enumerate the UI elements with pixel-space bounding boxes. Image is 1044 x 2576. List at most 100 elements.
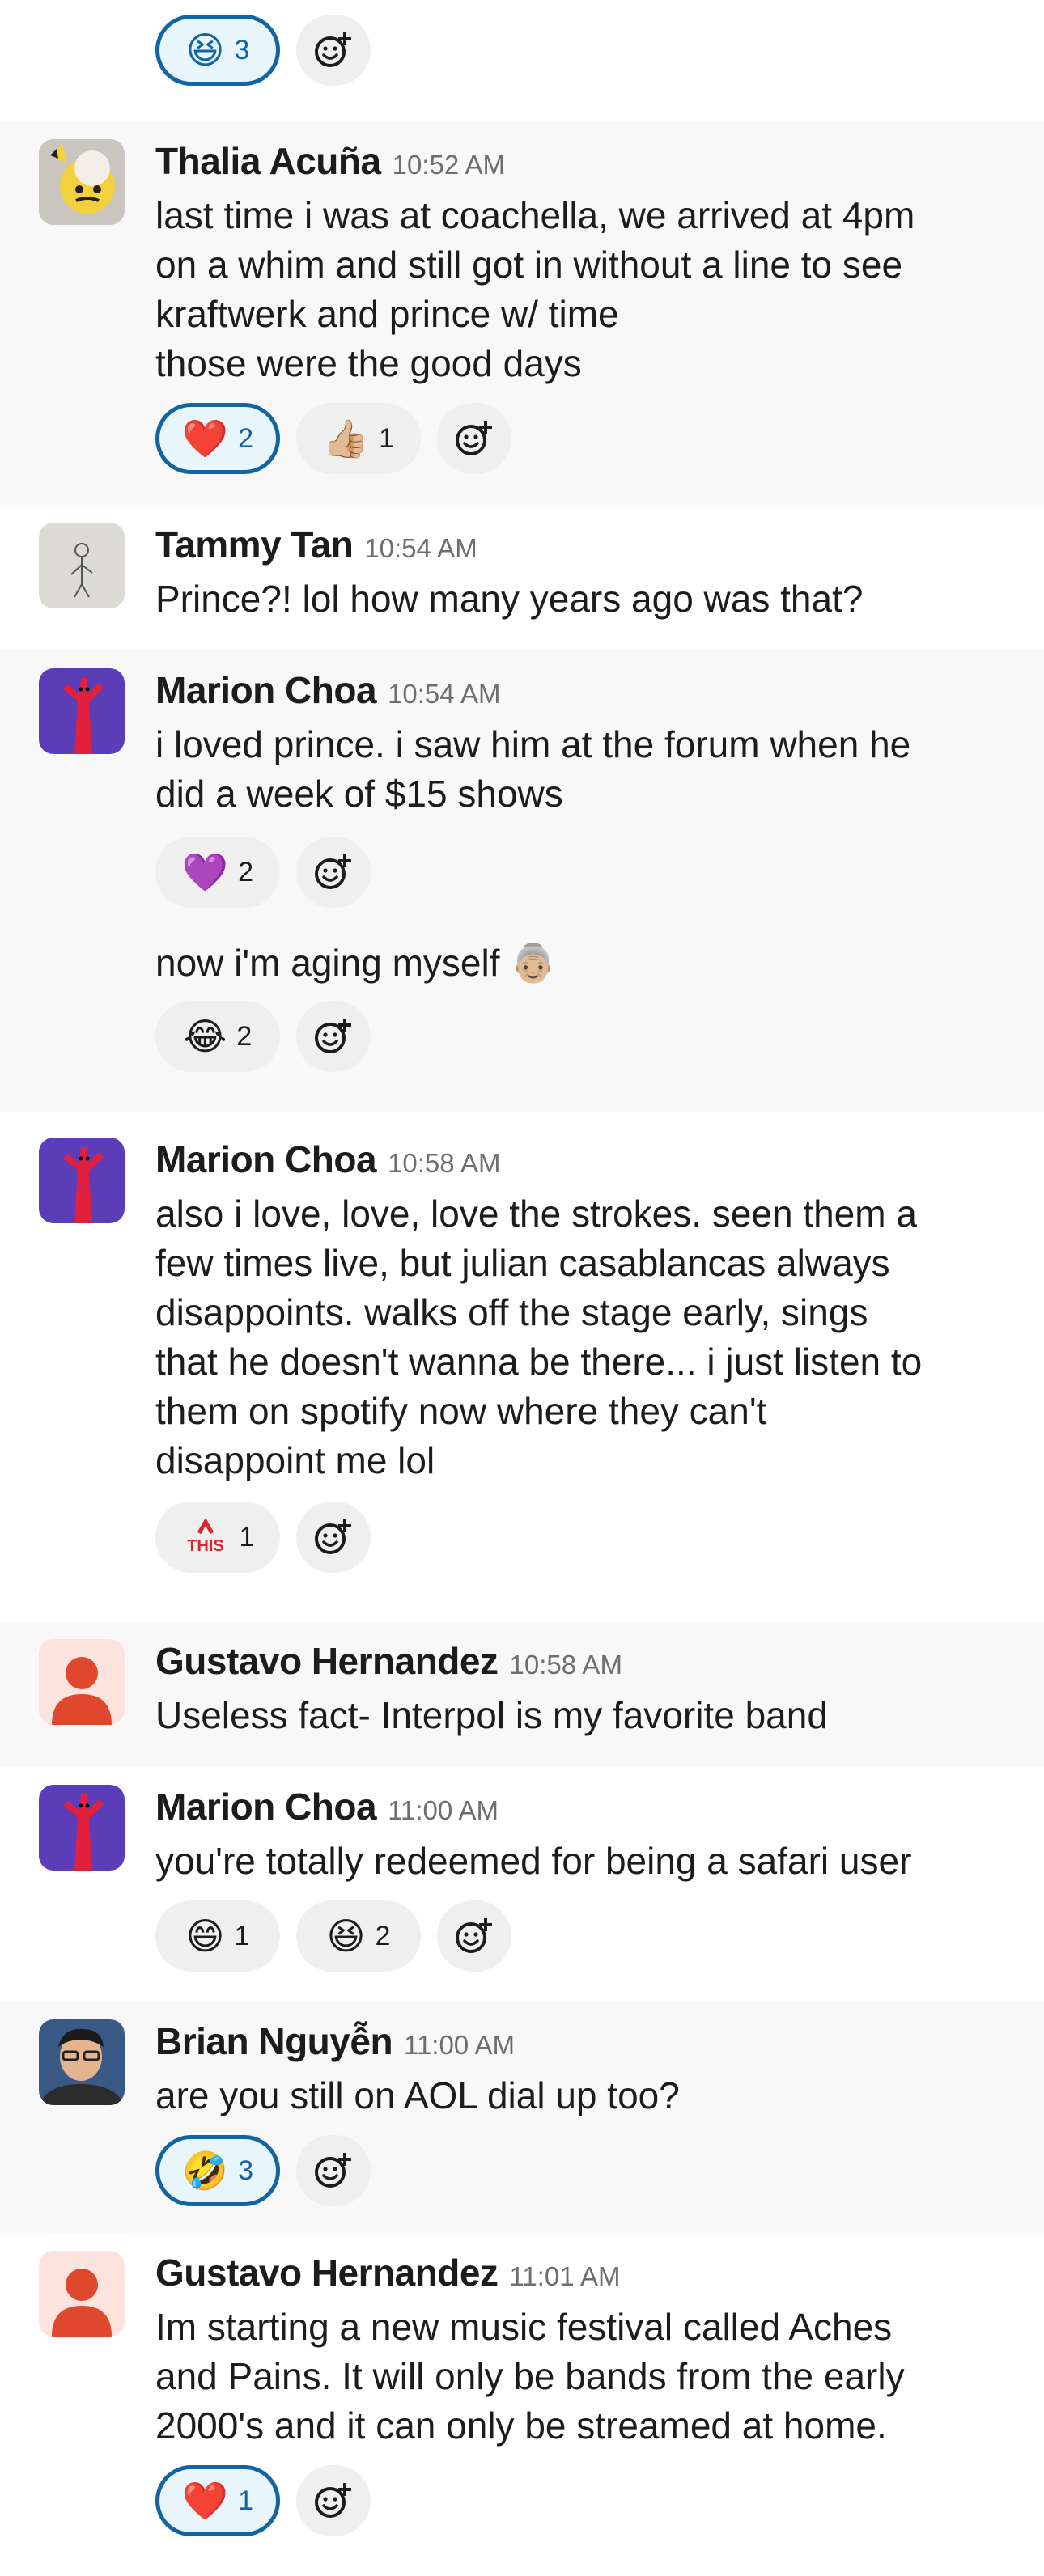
- timestamp[interactable]: 11:01 AM: [510, 2261, 621, 2292]
- reaction-pill[interactable]: 😄 1: [155, 1900, 280, 1972]
- reaction-count: 1: [239, 1521, 255, 1553]
- add-reaction-icon: [315, 2153, 351, 2188]
- avatar[interactable]: [39, 2019, 125, 2105]
- add-reaction-button[interactable]: [296, 15, 371, 86]
- message: Gustavo Hernandez 11:01 AM Im starting a…: [0, 2233, 1044, 2576]
- grinning-squinting-emoji: 😆: [185, 29, 225, 71]
- default-user-avatar-icon: [39, 1639, 125, 1725]
- reaction-pill[interactable]: THIS 1: [155, 1502, 280, 1573]
- reaction-count: 2: [236, 1020, 253, 1052]
- reaction-pill[interactable]: ❤️ 2: [155, 403, 280, 474]
- message-text: Prince?! lol how many years ago was that…: [155, 578, 864, 620]
- reaction-pill[interactable]: 👍🏼 1: [296, 403, 421, 474]
- author-name[interactable]: Gustavo Hernandez: [155, 1639, 499, 1683]
- avatar[interactable]: [39, 523, 125, 608]
- message-continuation: now i'm aging myself 👵🏼 😂 2: [155, 938, 1012, 1074]
- reaction-pill[interactable]: 😂 2: [155, 1001, 280, 1072]
- add-reaction-button[interactable]: [296, 2135, 371, 2206]
- message-text: Im starting a new music festival called …: [155, 2306, 905, 2447]
- timestamp[interactable]: 10:54 AM: [364, 533, 477, 564]
- add-reaction-icon: [456, 1918, 492, 1953]
- message-text: you're totally redeemed for being a safa…: [155, 1840, 912, 1882]
- heart-emoji: ❤️: [181, 2480, 229, 2522]
- add-reaction-icon: [315, 32, 351, 67]
- add-reaction-button[interactable]: [296, 1001, 371, 1072]
- reaction-count: 1: [234, 1920, 250, 1951]
- reaction-pill[interactable]: 🤣 3: [155, 2135, 280, 2206]
- author-name[interactable]: Marion Choa: [155, 1785, 377, 1828]
- author-name[interactable]: Marion Choa: [155, 1138, 377, 1181]
- reaction-pill[interactable]: 😆 2: [296, 1900, 421, 1972]
- message: Gustavo Hernandez 10:58 AM Useless fact-…: [0, 1621, 1044, 1767]
- timestamp[interactable]: 11:00 AM: [388, 1795, 499, 1826]
- add-reaction-button[interactable]: [296, 837, 371, 908]
- author-name[interactable]: Gustavo Hernandez: [155, 2251, 499, 2294]
- message: Marion Choa 10:54 AM i loved prince. i s…: [0, 650, 1044, 1112]
- reaction-bar: ❤️ 1: [155, 2464, 1012, 2538]
- reaction-count: 3: [238, 2154, 254, 2186]
- author-name[interactable]: Brian Nguyễn: [155, 2019, 393, 2063]
- timestamp[interactable]: 11:00 AM: [404, 2030, 515, 2061]
- avatar-image: [39, 139, 125, 225]
- reaction-bar: 💜 2: [155, 835, 1012, 909]
- reaction-pill[interactable]: ❤️ 1: [155, 2465, 280, 2536]
- avatar-image: [39, 1138, 125, 1223]
- avatar-image: [39, 1785, 125, 1871]
- avatar[interactable]: [39, 2251, 125, 2337]
- avatar-image: [39, 523, 125, 608]
- reaction-count: 2: [238, 856, 254, 888]
- heart-emoji: ❤️: [181, 417, 229, 460]
- reaction-count: 2: [238, 422, 254, 454]
- reaction-pill[interactable]: 💜 2: [155, 837, 280, 908]
- reaction-count: 1: [379, 422, 395, 454]
- reaction-bar: THIS 1: [155, 1500, 1012, 1574]
- message-text: now i'm aging myself 👵🏼: [155, 942, 557, 984]
- author-name[interactable]: Marion Choa: [155, 668, 377, 712]
- reaction-bar: ❤️ 2 👍🏼 1: [155, 401, 1012, 476]
- avatar[interactable]: [39, 1785, 125, 1871]
- avatar[interactable]: [39, 1138, 125, 1223]
- message-continuation: 😆 3: [0, 0, 1044, 105]
- message: Marion Choa 10:58 AM also i love, love, …: [0, 1120, 1044, 1621]
- timestamp[interactable]: 10:58 AM: [510, 1650, 622, 1680]
- add-reaction-icon: [315, 2483, 351, 2518]
- add-reaction-button[interactable]: [437, 403, 511, 474]
- author-name[interactable]: Thalia Acuña: [155, 139, 381, 183]
- timestamp[interactable]: 10:52 AM: [393, 150, 505, 180]
- message: Marion Choa 11:00 AM you're totally rede…: [0, 1767, 1044, 2002]
- reaction-count: 3: [234, 34, 250, 66]
- message-text: Useless fact- Interpol is my favorite ba…: [155, 1694, 828, 1736]
- reaction-count: 1: [238, 2485, 254, 2516]
- message: Thalia Acuña 10:52 AM last time i was at…: [0, 121, 1044, 505]
- reaction-count: 2: [375, 1920, 391, 1951]
- author-name[interactable]: Tammy Tan: [155, 523, 354, 566]
- grinning-squinting-emoji: 😆: [326, 1915, 366, 1957]
- message-text: are you still on AOL dial up too?: [155, 2074, 680, 2116]
- tears-of-joy-emoji: 😂: [183, 1015, 227, 1057]
- message: Brian Nguyễn 11:00 AM are you still on A…: [0, 2002, 1044, 2233]
- message-text: i loved prince. i saw him at the forum w…: [155, 723, 911, 815]
- message-text: also i love, love, love the strokes. see…: [155, 1193, 923, 1481]
- timestamp[interactable]: 10:58 AM: [388, 1148, 500, 1179]
- avatar-image: [39, 668, 125, 754]
- grinning-emoji: 😄: [185, 1915, 225, 1957]
- svg-text:THIS: THIS: [187, 1537, 224, 1554]
- timestamp[interactable]: 10:54 AM: [388, 679, 500, 710]
- add-reaction-button[interactable]: [296, 1502, 371, 1573]
- rolling-on-floor-laughing-emoji: 🤣: [181, 2150, 229, 2192]
- avatar[interactable]: [39, 668, 125, 754]
- add-reaction-button[interactable]: [437, 1900, 511, 1972]
- avatar[interactable]: [39, 1639, 125, 1725]
- reaction-bar: 🤣 3: [155, 2133, 1012, 2208]
- reaction-bar: 😄 1 😆 2: [155, 1899, 1012, 1973]
- reaction-bar: 😆 3: [155, 13, 1012, 87]
- add-reaction-icon: [315, 1519, 351, 1554]
- add-reaction-icon: [456, 421, 492, 455]
- avatar[interactable]: [39, 139, 125, 225]
- avatar-image: [39, 2019, 125, 2105]
- default-user-avatar-icon: [39, 2251, 125, 2337]
- this-custom-emoji: THIS: [181, 1517, 230, 1558]
- reaction-pill[interactable]: 😆 3: [155, 15, 280, 86]
- message: Tammy Tan 10:54 AM Prince?! lol how many…: [0, 505, 1044, 650]
- add-reaction-button[interactable]: [296, 2465, 371, 2536]
